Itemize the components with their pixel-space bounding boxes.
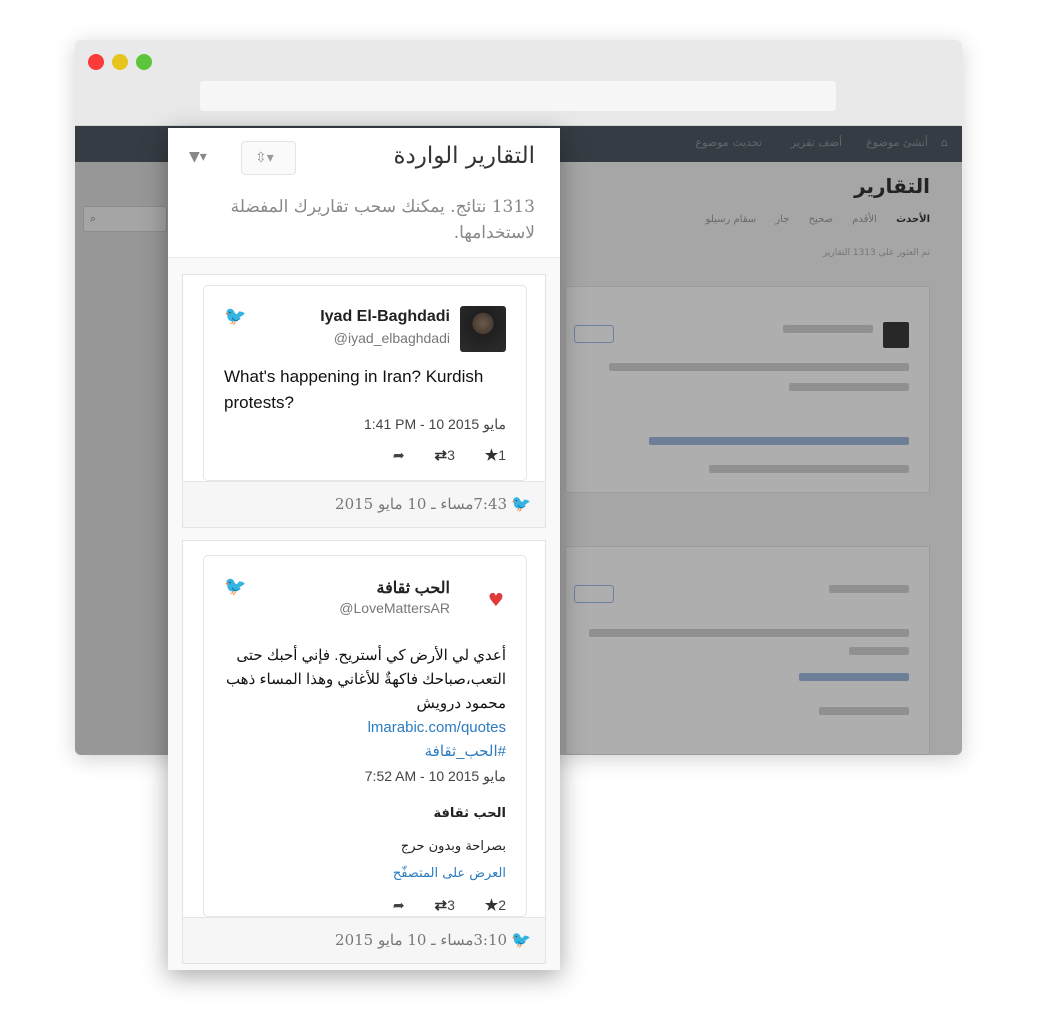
tweet-date[interactable]: 1:41 PM - 10 مايو 2015 bbox=[364, 416, 506, 433]
card-title: الحب ثقافة bbox=[433, 806, 506, 821]
tweet-text-line: محمود درويش bbox=[416, 695, 506, 712]
filter-button[interactable]: ▼▾ bbox=[183, 141, 223, 175]
retweet-count: 3 bbox=[447, 447, 455, 463]
favorite-icon[interactable]: ★ bbox=[485, 897, 498, 914]
minimize-button[interactable] bbox=[112, 54, 128, 70]
report-footer: 🐦3:10مساء ـ 10 مايو 2015 bbox=[183, 917, 545, 963]
tweet-date[interactable]: 7:52 AM - 10 مايو 2015 bbox=[365, 768, 506, 785]
tweet-text: What's happening in Iran? Kurdish protes… bbox=[224, 367, 484, 412]
report-time: 7:43مساء ـ 10 مايو 2015 bbox=[335, 495, 508, 513]
report-time: 3:10مساء ـ 10 مايو 2015 bbox=[335, 931, 508, 949]
report-card[interactable]: 🐦 ♥ الحب ثقافة @LoveMattersAR أعدي لي ال… bbox=[182, 540, 546, 964]
report-footer: 🐦7:43مساء ـ 10 مايو 2015 bbox=[183, 481, 545, 527]
browser-titlebar bbox=[75, 40, 962, 126]
sort-icon: ⇳▾ bbox=[255, 150, 274, 166]
avatar: ♥ bbox=[460, 590, 506, 620]
tweet-actions: ➦ ⇄3 ★1 bbox=[371, 446, 506, 464]
twitter-icon: 🐦 bbox=[511, 494, 531, 513]
favorite-count: 1 bbox=[498, 447, 506, 463]
tweet-actions: ➦ ⇄3 ★2 bbox=[371, 896, 506, 914]
report-time-row: 🐦7:43مساء ـ 10 مايو 2015 bbox=[335, 494, 531, 513]
card-subtitle: بصراحة وبدون حرج bbox=[400, 839, 506, 854]
retweet-icon[interactable]: ⇄ bbox=[434, 897, 447, 914]
filter-icon: ▼▾ bbox=[189, 149, 207, 165]
view-in-browser-link[interactable]: العرض على المتصفّح bbox=[393, 866, 506, 881]
maximize-button[interactable] bbox=[136, 54, 152, 70]
embedded-tweet: 🐦 ♥ الحب ثقافة @LoveMattersAR أعدي لي ال… bbox=[203, 555, 527, 917]
tweet-hashtag[interactable]: #الحب_ثقافة bbox=[224, 740, 506, 764]
tweet-author-name[interactable]: Iyad El-Baghdadi bbox=[320, 308, 450, 326]
incoming-reports-panel: التقارير الواردة ⇳▾ ▼▾ 1313 نتائج. يمكنك… bbox=[168, 128, 560, 970]
twitter-icon: 🐦 bbox=[224, 576, 247, 597]
panel-header: التقارير الواردة ⇳▾ ▼▾ 1313 نتائج. يمكنك… bbox=[168, 128, 560, 258]
twitter-icon: 🐦 bbox=[224, 306, 247, 327]
retweet-icon[interactable]: ⇄ bbox=[434, 447, 447, 464]
tweet-author-handle[interactable]: @LoveMattersAR bbox=[339, 600, 450, 616]
report-card[interactable]: 🐦 Iyad El-Baghdadi @iyad_elbaghdadi What… bbox=[182, 274, 546, 528]
address-bar[interactable] bbox=[200, 81, 836, 111]
tweet-link[interactable]: lmarabic.com/quotes bbox=[224, 716, 506, 740]
tweet-text-line: أعدي لي الأرض كي أستريح. فإني أحبك حتى ا… bbox=[225, 647, 506, 688]
heart-logo-icon: ♥ bbox=[487, 590, 504, 611]
favorite-icon[interactable]: ★ bbox=[485, 447, 498, 464]
tweet-text: أعدي لي الأرض كي أستريح. فإني أحبك حتى ا… bbox=[224, 644, 506, 764]
favorite-count: 2 bbox=[498, 897, 506, 913]
reply-icon[interactable]: ➦ bbox=[393, 897, 405, 913]
tweet-author-name[interactable]: الحب ثقافة bbox=[377, 578, 450, 598]
panel-title: التقارير الواردة bbox=[393, 143, 535, 169]
embedded-tweet: 🐦 Iyad El-Baghdadi @iyad_elbaghdadi What… bbox=[203, 285, 527, 481]
reports-list: 🐦 Iyad El-Baghdadi @iyad_elbaghdadi What… bbox=[168, 258, 560, 970]
retweet-count: 3 bbox=[447, 897, 455, 913]
twitter-icon: 🐦 bbox=[511, 930, 531, 949]
panel-description: 1313 نتائج. يمكنك سحب تقاريرك المفضلة لا… bbox=[230, 197, 535, 243]
close-button[interactable] bbox=[88, 54, 104, 70]
report-time-row: 🐦3:10مساء ـ 10 مايو 2015 bbox=[335, 930, 531, 949]
sort-button[interactable]: ⇳▾ bbox=[241, 141, 296, 175]
reply-icon[interactable]: ➦ bbox=[393, 447, 405, 463]
avatar bbox=[460, 306, 506, 352]
tweet-author-handle[interactable]: @iyad_elbaghdadi bbox=[334, 330, 450, 346]
